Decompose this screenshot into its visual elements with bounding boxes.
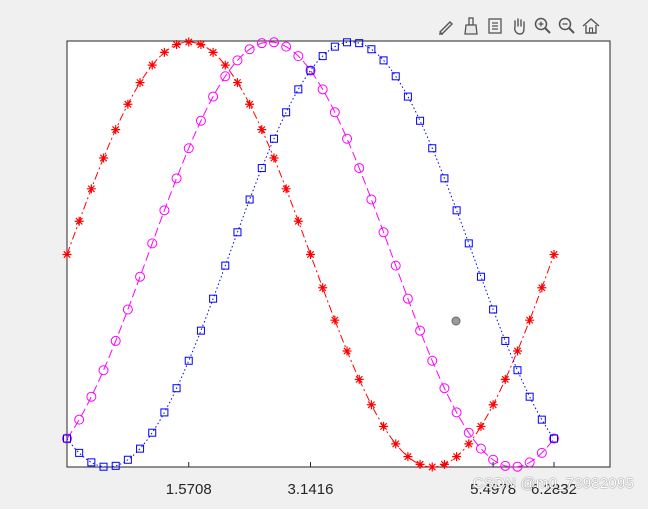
marker-series-0-1 — [74, 216, 84, 226]
zoom-out-icon — [558, 17, 575, 34]
marker-series-0-39 — [537, 283, 547, 293]
marker-series-0-16 — [257, 125, 267, 135]
marker-series-0-21 — [318, 283, 328, 293]
marker-series-0-23 — [342, 346, 352, 356]
marker-series-0-36 — [500, 374, 510, 384]
marker-series-0-30 — [427, 462, 437, 472]
brush-button[interactable] — [460, 14, 482, 38]
marker-series-0-13 — [220, 60, 230, 70]
marker-series-0-15 — [245, 99, 255, 109]
marker-series-0-6 — [135, 78, 145, 88]
marker-series-0-19 — [293, 216, 303, 226]
marker-series-0-10 — [184, 37, 194, 47]
x-tick-label-1: 3.1416 — [288, 481, 334, 498]
marker-series-0-2 — [86, 184, 96, 194]
marker-series-0-20 — [306, 250, 315, 260]
marker-series-0-5 — [123, 99, 133, 109]
marker-series-0-40 — [549, 249, 559, 259]
marker-series-0-32 — [452, 452, 462, 462]
marker-series-0-31 — [439, 459, 449, 469]
marker-series-0-7 — [147, 60, 157, 70]
marker-series-0-8 — [159, 47, 169, 57]
zoom-in-button[interactable] — [532, 14, 554, 38]
pan-button[interactable] — [508, 14, 530, 38]
marker-series-0-38 — [525, 315, 535, 325]
edit-plot-button[interactable] — [436, 14, 458, 38]
marker-series-0-26 — [379, 421, 389, 431]
marker-series-0-4 — [111, 125, 121, 135]
watermark: CSDN @m0_73982095 — [472, 475, 634, 492]
data-tips-icon — [488, 18, 502, 34]
figure: 1.5708 3.1416 5.4978 6.2832 — [62, 37, 611, 498]
home-button[interactable] — [580, 14, 602, 38]
marker-series-0-34 — [476, 421, 486, 431]
marker-series-0-29 — [415, 459, 425, 469]
marker-series-0-14 — [232, 78, 242, 88]
marker-series-0-11 — [196, 40, 206, 50]
marker-series-0-33 — [464, 439, 474, 449]
marker-series-0-17 — [269, 153, 279, 163]
zoom-in-icon — [534, 17, 551, 34]
pan-icon — [514, 18, 525, 35]
marker-series-0-25 — [366, 400, 376, 410]
edit-plot-icon — [439, 21, 453, 35]
brush-icon — [464, 17, 478, 35]
x-tick-label-0: 1.5708 — [166, 481, 212, 498]
marker-series-0-18 — [281, 184, 291, 194]
marker-series-0-3 — [99, 153, 109, 163]
axes-toolbar — [436, 14, 602, 40]
marker-series-0-37 — [512, 346, 522, 356]
marker-series-0-24 — [354, 374, 364, 384]
marker-series-0-28 — [403, 452, 413, 462]
marker-series-0-27 — [391, 439, 401, 449]
marker-series-0-22 — [330, 315, 340, 325]
home-icon — [582, 18, 600, 34]
zoom-out-button[interactable] — [556, 14, 578, 38]
data-tips-button[interactable] — [484, 14, 506, 38]
marker-series-0-35 — [488, 400, 498, 410]
marker-series-0-12 — [208, 47, 218, 57]
marker-series-0-0 — [62, 250, 72, 259]
marker-series-0-9 — [172, 40, 182, 50]
data-cursor-marker[interactable] — [451, 316, 461, 326]
